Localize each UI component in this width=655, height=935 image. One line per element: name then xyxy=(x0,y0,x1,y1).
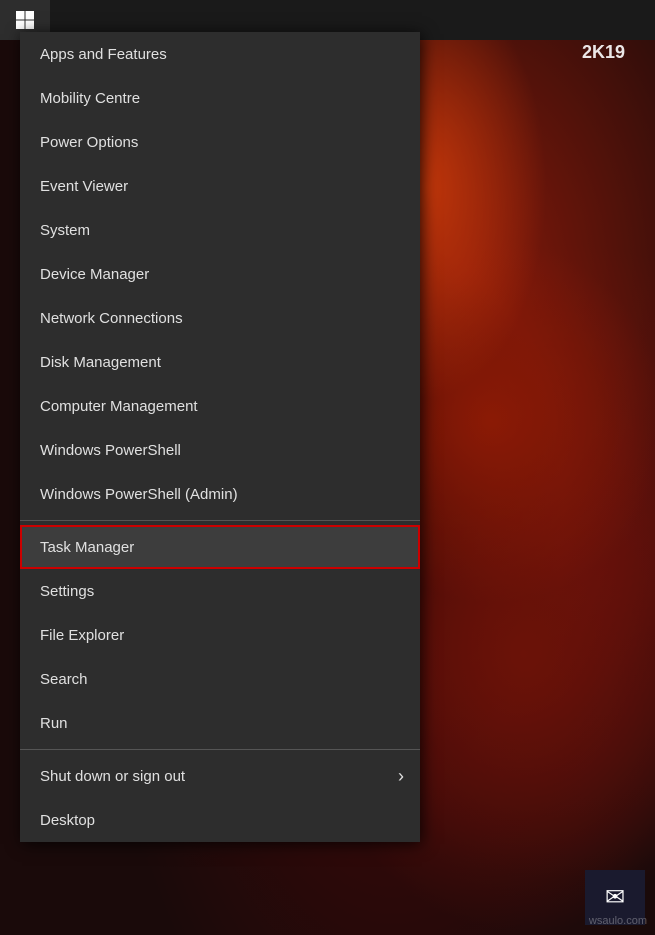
menu-item-mobility-centre[interactable]: Mobility Centre xyxy=(20,76,420,120)
menu-separator xyxy=(20,749,420,750)
menu-item-task-manager[interactable]: Task Manager xyxy=(20,525,420,569)
menu-item-computer-management[interactable]: Computer Management xyxy=(20,384,420,428)
menu-item-device-manager[interactable]: Device Manager xyxy=(20,252,420,296)
menu-item-event-viewer[interactable]: Event Viewer xyxy=(20,164,420,208)
menu-item-shut-down-sign-out[interactable]: Shut down or sign out xyxy=(20,754,420,798)
corner-label: 2K19 xyxy=(582,42,625,63)
menu-item-power-options[interactable]: Power Options xyxy=(20,120,420,164)
menu-item-desktop[interactable]: Desktop xyxy=(20,798,420,842)
menu-item-run[interactable]: Run xyxy=(20,701,420,745)
context-menu: Apps and FeaturesMobility CentrePower Op… xyxy=(20,32,420,842)
mail-icon: ✉ xyxy=(605,883,625,912)
menu-item-disk-management[interactable]: Disk Management xyxy=(20,340,420,384)
watermark: wsaulo.com xyxy=(589,915,647,927)
menu-separator xyxy=(20,520,420,521)
menu-item-network-connections[interactable]: Network Connections xyxy=(20,296,420,340)
menu-item-search[interactable]: Search xyxy=(20,657,420,701)
menu-item-apps-features[interactable]: Apps and Features xyxy=(20,32,420,76)
menu-item-settings[interactable]: Settings xyxy=(20,569,420,613)
menu-item-windows-powershell[interactable]: Windows PowerShell xyxy=(20,428,420,472)
windows-icon xyxy=(15,10,35,30)
menu-item-system[interactable]: System xyxy=(20,208,420,252)
menu-item-file-explorer[interactable]: File Explorer xyxy=(20,613,420,657)
menu-item-windows-powershell-admin[interactable]: Windows PowerShell (Admin) xyxy=(20,472,420,516)
